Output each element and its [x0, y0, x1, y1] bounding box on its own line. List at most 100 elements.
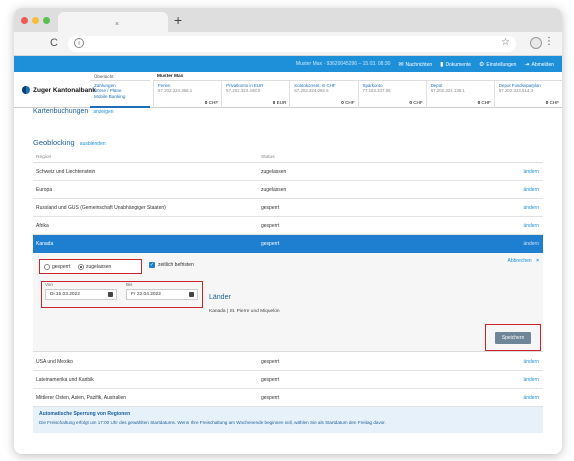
change-link[interactable]: ändern [523, 377, 539, 383]
main-menu: Übersicht Zahlungen Börse / Pläne Mobile… [90, 72, 150, 108]
info-text: Die Freischaltung erfolgt um 17:00 Uhr d… [39, 420, 386, 425]
to-label: Bis [126, 282, 133, 287]
countries-title: Länder [209, 294, 231, 301]
region-status: gesperrt [261, 395, 280, 401]
account-number: 57.202.324.448.0 [226, 88, 261, 93]
time-limited-label[interactable]: zeitlich befristen [158, 262, 194, 268]
new-tab-button[interactable]: + [174, 12, 182, 28]
maximize-window-button[interactable] [43, 17, 50, 24]
region-name: Kanada [36, 241, 54, 247]
browser-tab[interactable]: × [58, 12, 168, 32]
region-name: Russland und GUS (Gemeinschaft Unabhängi… [36, 205, 166, 211]
from-date-value: Di 15.03.2022 [50, 292, 80, 297]
user-session-info: Muster Max · 93620045296 – 15.03. 08:30 [295, 61, 391, 67]
geoblocking-hide-link[interactable]: ausblenden [80, 141, 106, 147]
radio-allowed-label[interactable]: zugelassen [86, 264, 111, 270]
browser-menu-icon[interactable]: ⋮ [544, 36, 554, 47]
table-row: Lateinamerika und Karibik gesperrt änder… [33, 371, 543, 389]
region-status: zugelassen [261, 187, 287, 193]
main-content: Kartenbuchungen anzeigen Geoblocking aus… [14, 108, 562, 454]
account-tile[interactable]: Sparkonto 77.153.347.06 0 CHF [357, 81, 426, 108]
table-row: Schweiz und Liechtenstein zugelassen änd… [33, 163, 543, 181]
edit-region-panel: gesperrt zugelassen ✓ zeitlich befristen… [33, 253, 543, 352]
info-title: Automatische Sperrung von Regionen [39, 411, 131, 417]
radio-blocked[interactable] [44, 264, 50, 270]
bank-logo[interactable]: Zuger Kantonalbank [22, 86, 96, 94]
region-name: USA und Mexiko [36, 359, 73, 365]
status-radio-group: gesperrt zugelassen [39, 259, 142, 274]
account-tile[interactable]: Privatkonto in EUR 57.202.324.448.0 0 EU… [221, 81, 289, 108]
region-name: Mittlerer Osten, Asien, Pazifik, Austral… [36, 395, 127, 401]
account-currency: CHF [345, 100, 355, 105]
reload-icon[interactable]: C [50, 37, 58, 49]
card-bookings-show-link[interactable]: anzeigen [93, 109, 113, 115]
settings-link[interactable]: ⚙ Einstellungen [479, 61, 516, 68]
account-tile[interactable]: Depot 57.202.324.135.1 0 CHF [425, 81, 494, 108]
calendar-icon[interactable] [189, 292, 194, 297]
menu-overview[interactable]: Übersicht [90, 72, 150, 81]
menu-mobile-banking[interactable]: Mobile Banking [94, 94, 150, 99]
info-icon[interactable]: i [74, 38, 84, 48]
browser-tabbar: × + [14, 8, 562, 32]
to-date-input[interactable]: Fr 22.04.2022 [126, 289, 198, 300]
save-button[interactable]: Speichern [495, 332, 531, 344]
account-tile[interactable]: Kontokorrent. in CHF 57.202.324.094.5 0 … [289, 81, 357, 108]
account-currency: CHF [208, 100, 219, 105]
documents-label: Dokumente [445, 61, 472, 68]
url-input[interactable] [68, 36, 516, 52]
change-link[interactable]: ändern [523, 223, 539, 229]
account-tile[interactable]: Ferien 57.202.324.366.1 0 CHF [153, 81, 221, 108]
from-label: Von [45, 282, 53, 287]
account-balance: 0 [272, 100, 276, 105]
close-window-button[interactable] [21, 17, 28, 24]
logout-link[interactable]: ⇥ Abmelden [524, 61, 554, 68]
change-link[interactable]: ändern [523, 187, 539, 193]
geoblocking-section: Geoblocking ausblenden [33, 138, 106, 147]
bank-header: Zuger Kantonalbank Übersicht Zahlungen B… [14, 72, 562, 108]
card-bookings-section: Kartenbuchungen anzeigen [33, 108, 114, 115]
card-bookings-title: Kartenbuchungen [33, 108, 89, 115]
region-name: Schweiz und Liechtenstein [36, 169, 96, 175]
table-row-selected[interactable]: Kanada gesperrt ändern [33, 235, 543, 253]
profile-avatar[interactable] [530, 37, 542, 49]
minimize-window-button[interactable] [32, 17, 39, 24]
region-name: Europa [36, 187, 53, 193]
account-number: 57.202.324.094.5 [294, 88, 329, 93]
region-status: gesperrt [261, 241, 280, 247]
logout-label: Abmelden [531, 61, 554, 68]
documents-link[interactable]: ▮ Dokumente [440, 61, 471, 68]
account-balance: 0 [341, 100, 344, 105]
change-link[interactable]: ändern [523, 359, 539, 365]
change-link[interactable]: ändern [523, 169, 539, 175]
column-status: Status [261, 155, 275, 160]
region-status: zugelassen [261, 169, 287, 175]
account-number: 57.202.324.514.3 [498, 88, 534, 93]
radio-blocked-label[interactable]: gesperrt [52, 264, 70, 270]
table-row: Russland und GUS (Gemeinschaft Unabhängi… [33, 199, 543, 217]
from-date-input[interactable]: Di 15.03.2022 [45, 289, 117, 300]
browser-window: × + C i ☆ ⋮ Muster Max · 93620045296 – 1… [14, 8, 562, 454]
account-holder-name: Muster Max [153, 72, 562, 81]
column-region: Region [36, 155, 52, 160]
table-row: Europa zugelassen ändern [33, 181, 543, 199]
change-link[interactable]: ändern [523, 241, 539, 247]
abort-label: Abbrechen [507, 258, 532, 264]
change-link[interactable]: ändern [523, 205, 539, 211]
account-number: 57.202.324.135.1 [430, 88, 465, 93]
bookmark-star-icon[interactable]: ☆ [501, 37, 510, 48]
close-icon[interactable]: × [115, 21, 119, 28]
calendar-icon[interactable] [108, 292, 113, 297]
time-limited-checkbox[interactable]: ✓ [149, 262, 155, 268]
region-status: gesperrt [261, 205, 280, 211]
save-button-highlight: Speichern [485, 324, 541, 351]
abort-button[interactable]: Abbrechen × [508, 258, 540, 264]
radio-allowed[interactable] [78, 264, 84, 270]
region-status: gesperrt [261, 359, 280, 365]
close-icon: × [536, 258, 539, 264]
geoblocking-table-header: Region Status [33, 152, 543, 163]
messages-link[interactable]: ✉ Nachrichten [398, 61, 432, 68]
account-tile[interactable]: Depot Fondssparplan 57.202.324.514.3 0 C… [493, 81, 562, 108]
change-link[interactable]: ändern [523, 395, 539, 401]
table-row: USA und Mexiko gesperrt ändern [33, 353, 543, 371]
account-currency: CHF [549, 100, 560, 105]
